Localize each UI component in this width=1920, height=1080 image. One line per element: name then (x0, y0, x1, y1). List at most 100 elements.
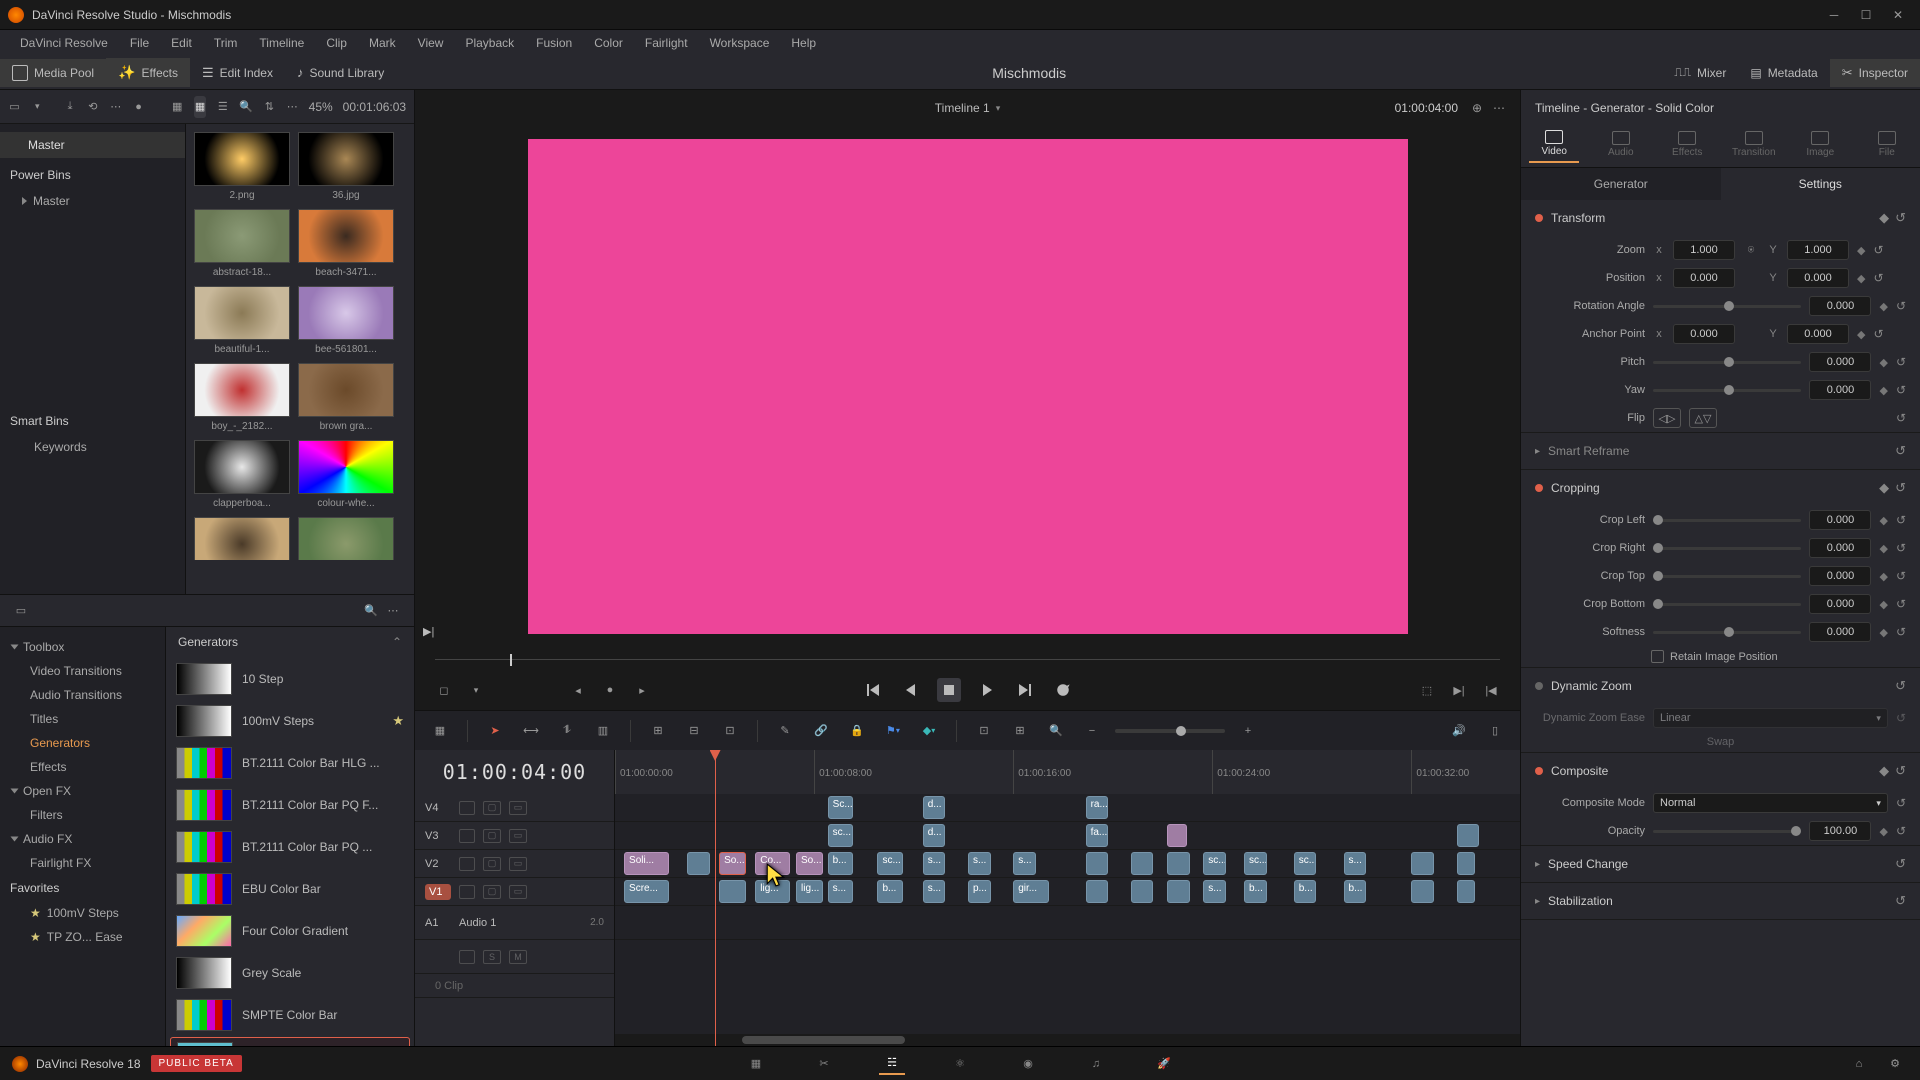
fairlight-page-tab[interactable]: ♫ (1083, 1053, 1109, 1075)
timeline-clip[interactable]: d... (923, 824, 946, 847)
link-icon[interactable]: 🔗 (808, 718, 834, 744)
timeline-clip[interactable]: sc... (828, 824, 853, 847)
track-lane-v1[interactable]: Scre...lig...lig...s...b...s...p...gir..… (615, 878, 1520, 906)
enable-dot-icon[interactable] (1535, 682, 1543, 690)
fx-category-toolbox[interactable]: Toolbox (0, 635, 165, 659)
fx-category-titles[interactable]: Titles (0, 707, 165, 731)
bin-view-icon[interactable]: ▭ (8, 96, 21, 118)
timeline-clip[interactable] (1167, 880, 1190, 903)
menu-help[interactable]: Help (781, 32, 826, 54)
subtab-generator[interactable]: Generator (1521, 168, 1721, 200)
media-thumb[interactable]: abstract-18... (194, 209, 290, 278)
zoom-x-field[interactable]: 1.000 (1673, 240, 1735, 260)
disable-icon[interactable]: ▭ (509, 829, 527, 843)
media-thumb[interactable]: clapperboa... (194, 440, 290, 509)
timeline-clip[interactable] (1086, 880, 1109, 903)
track-head-a1[interactable]: A1Audio 12.0 (415, 906, 614, 940)
subtab-settings[interactable]: Settings (1721, 168, 1920, 200)
timeline-ruler[interactable]: 01:00:00:0001:00:08:0001:00:16:0001:00:2… (615, 750, 1520, 794)
timeline-clip[interactable] (1457, 852, 1475, 875)
crop-right-slider[interactable] (1653, 547, 1801, 550)
timeline-clip[interactable] (1411, 880, 1434, 903)
menu-workspace[interactable]: Workspace (700, 32, 780, 54)
keyframe-icon[interactable]: ◆ (1879, 300, 1887, 313)
fx-category-open-fx[interactable]: Open FX (0, 779, 165, 803)
zoom-percent[interactable]: 45% (309, 100, 333, 114)
flip-h-button[interactable]: ◁▷ (1653, 408, 1681, 428)
generator-grey-scale[interactable]: Grey Scale (170, 953, 410, 993)
fusion-page-tab[interactable]: ⚛ (947, 1053, 973, 1075)
fx-options-icon[interactable]: ⋯ (382, 600, 404, 622)
dz-ease-select[interactable]: Linear▾ (1653, 708, 1888, 728)
viewer-referesh-icon[interactable]: ⊕ (1466, 97, 1488, 119)
reset-icon[interactable]: ↺ (1873, 243, 1883, 257)
timeline-timecode[interactable]: 01:00:04:00 (415, 750, 615, 794)
reset-icon[interactable]: ↺ (1895, 678, 1906, 694)
next-frame-button[interactable] (1013, 678, 1037, 702)
timeline-clip[interactable]: sc... (877, 852, 902, 875)
rotation-slider[interactable] (1653, 305, 1801, 308)
bin-dropdown-icon[interactable]: ▾ (31, 96, 44, 118)
keyframe-icon[interactable]: ◆ (1879, 626, 1887, 639)
replace-clip-icon[interactable]: ⊡ (717, 718, 743, 744)
color-page-tab[interactable]: ◉ (1015, 1053, 1041, 1075)
dynamic-trim-tool[interactable]: ⥮ (554, 718, 580, 744)
record-icon[interactable]: ● (132, 96, 145, 118)
reset-icon[interactable]: ↺ (1896, 711, 1906, 725)
razor-icon[interactable]: ✎ (772, 718, 798, 744)
timeline-clip[interactable]: gir... (1013, 880, 1049, 903)
menu-davinci-resolve[interactable]: DaVinci Resolve (10, 32, 118, 54)
edit-page-tab[interactable]: ☵ (879, 1053, 905, 1075)
timeline-clip[interactable]: fa... (1086, 824, 1109, 847)
inspector-tab-effects[interactable]: Effects (1662, 131, 1712, 162)
media-pool-toggle[interactable]: Media Pool (0, 59, 106, 87)
timeline-clip[interactable] (719, 880, 746, 903)
media-thumb[interactable]: beach-3471... (298, 209, 394, 278)
yaw-slider[interactable] (1653, 389, 1801, 392)
lock-icon[interactable] (459, 950, 475, 964)
pos-y-field[interactable]: 0.000 (1787, 268, 1849, 288)
timeline-clip[interactable]: s... (923, 852, 946, 875)
rotation-field[interactable]: 0.000 (1809, 296, 1871, 316)
effects-toggle[interactable]: ✨Effects (106, 58, 190, 87)
next-edit-icon[interactable]: ▸ (631, 679, 653, 701)
zoom-y-field[interactable]: 1.000 (1787, 240, 1849, 260)
smart-bins-header[interactable]: Smart Bins (0, 404, 185, 434)
zoom-out-button[interactable]: − (1079, 718, 1105, 744)
keyframe-icon[interactable]: ◆ (1879, 598, 1887, 611)
timeline-clip[interactable]: b... (828, 852, 853, 875)
viewer-timeline-name[interactable]: Timeline 1▾ (935, 101, 1000, 115)
zoom-in-button[interactable]: + (1235, 718, 1261, 744)
inspector-toggle[interactable]: ✂Inspector (1830, 59, 1920, 87)
timeline-clip[interactable]: s... (1344, 852, 1367, 875)
menu-edit[interactable]: Edit (161, 32, 202, 54)
generator-10-step[interactable]: 10 Step (170, 659, 410, 699)
anchor-y-field[interactable]: 0.000 (1787, 324, 1849, 344)
generator-100mv-steps[interactable]: 100mV Steps★ (170, 701, 410, 741)
sync-icon[interactable]: ⟲ (86, 96, 99, 118)
timeline-clip[interactable]: sc... (1244, 852, 1267, 875)
media-thumb[interactable]: beautiful-1... (194, 286, 290, 355)
favorite-item[interactable]: ★100mV Steps (0, 901, 165, 925)
opacity-slider[interactable] (1653, 830, 1801, 833)
reset-icon[interactable]: ↺ (1896, 541, 1906, 555)
mute-button[interactable]: M (509, 950, 527, 964)
disable-icon[interactable]: ▭ (509, 885, 527, 899)
tree-power-master[interactable]: Master (0, 188, 185, 214)
disable-icon[interactable]: ▭ (509, 857, 527, 871)
pitch-field[interactable]: 0.000 (1809, 352, 1871, 372)
menu-playback[interactable]: Playback (455, 32, 524, 54)
timeline-clip[interactable]: So... (796, 852, 823, 875)
timeline-clip[interactable]: lig... (755, 880, 789, 903)
lock-icon[interactable] (459, 857, 475, 871)
timeline-clip[interactable] (687, 852, 710, 875)
edit-index-toggle[interactable]: ☰Edit Index (190, 59, 285, 87)
crop-top-field[interactable]: 0.000 (1809, 566, 1871, 586)
timeline-clip[interactable]: s... (828, 880, 853, 903)
keyframe-icon[interactable]: ◆ (1857, 272, 1865, 285)
opacity-field[interactable]: 100.00 (1809, 821, 1871, 841)
insert-marker-icon[interactable]: ● (599, 679, 621, 701)
lock-icon[interactable]: 🔒 (844, 718, 870, 744)
enable-dot-icon[interactable] (1535, 484, 1543, 492)
zoom-detail-icon[interactable]: ⊞ (1007, 718, 1033, 744)
